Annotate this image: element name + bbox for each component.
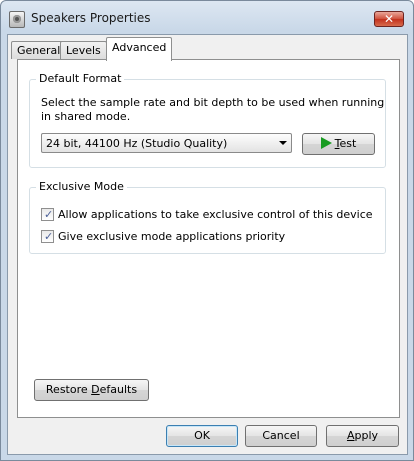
exclusive-priority-checkbox[interactable]: ✓	[41, 230, 54, 243]
test-label: est	[339, 137, 357, 150]
restore-label-end: efaults	[99, 383, 138, 396]
default-format-group: Default Format Select the sample rate an…	[29, 72, 386, 168]
apply-mnemonic: A	[346, 429, 355, 442]
check-icon: ✓	[44, 230, 54, 243]
apply-label: pply	[354, 429, 379, 442]
default-format-title: Default Format	[36, 72, 125, 85]
speaker-icon	[9, 11, 25, 28]
close-button[interactable]: ✕	[374, 11, 404, 27]
cancel-button[interactable]: Cancel	[245, 425, 317, 447]
properties-window: Speakers Properties ✕ General Levels Adv…	[0, 0, 414, 461]
format-dropdown[interactable]: 24 bit, 44100 Hz (Studio Quality)	[41, 133, 292, 153]
play-icon	[320, 137, 332, 149]
title-bar[interactable]: Speakers Properties ✕	[1, 1, 413, 35]
restore-label-start: Restore	[45, 383, 92, 396]
allow-exclusive-checkbox[interactable]: ✓	[41, 208, 54, 221]
restore-defaults-button[interactable]: Restore Defaults	[34, 379, 149, 401]
default-format-description: Select the sample rate and bit depth to …	[41, 96, 385, 123]
allow-exclusive-label: Allow applications to take exclusive con…	[58, 208, 373, 221]
dialog-client-area: General Levels Advanced Default Format S…	[7, 34, 408, 455]
tab-levels[interactable]: Levels	[60, 41, 107, 59]
chevron-down-icon	[279, 141, 287, 145]
format-dropdown-value: 24 bit, 44100 Hz (Studio Quality)	[46, 137, 228, 150]
check-icon: ✓	[44, 208, 54, 221]
exclusive-mode-title: Exclusive Mode	[36, 180, 127, 193]
apply-button[interactable]: Apply	[326, 425, 399, 447]
ok-button[interactable]: OK	[166, 425, 238, 447]
exclusive-priority-label: Give exclusive mode applications priorit…	[58, 230, 286, 243]
advanced-tab-panel: Default Format Select the sample rate an…	[17, 59, 400, 418]
exclusive-mode-group: Exclusive Mode ✓ Allow applications to t…	[29, 180, 386, 254]
tab-general[interactable]: General	[11, 41, 67, 59]
window-title: Speakers Properties	[31, 11, 151, 25]
test-button[interactable]: Test	[302, 133, 375, 155]
tab-advanced[interactable]: Advanced	[106, 37, 173, 61]
restore-mnemonic: D	[91, 383, 100, 396]
